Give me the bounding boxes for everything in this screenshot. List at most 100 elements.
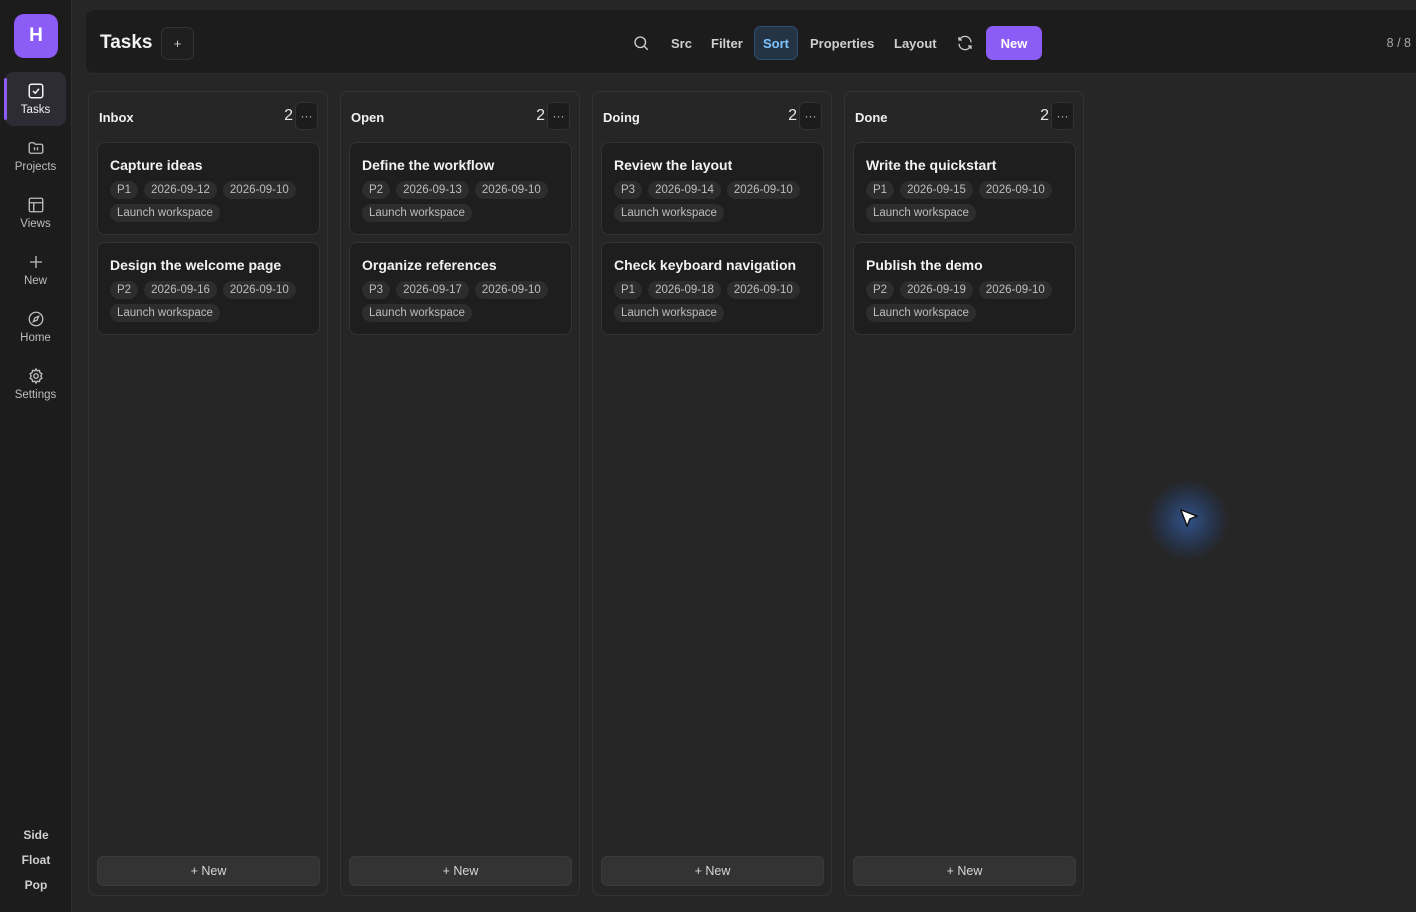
sidebar-item-projects[interactable]: Projects <box>5 129 66 183</box>
sidebar-item-tasks[interactable]: Tasks <box>4 72 66 126</box>
due-date-chip: 2026-09-14 <box>648 181 721 199</box>
sidebar-item-settings[interactable]: Settings <box>5 357 66 411</box>
task-card[interactable]: Define the workflow P2 2026-09-13 2026-0… <box>349 142 572 235</box>
column-count: 2 <box>536 107 545 124</box>
card-title: Capture ideas <box>110 157 203 173</box>
gear-icon <box>28 367 43 385</box>
column-menu-button[interactable]: ··· <box>1051 102 1074 130</box>
board-column-open: Open 2 ··· Define the workflow P2 2026-0… <box>340 91 580 896</box>
card-meta: P2 2026-09-19 2026-09-10 <box>866 281 1052 299</box>
card-title: Check keyboard navigation <box>614 257 797 273</box>
due-date-chip: 2026-09-13 <box>396 181 469 199</box>
search-button[interactable] <box>626 26 656 60</box>
sidebar-item-label: Projects <box>14 161 57 173</box>
created-date-chip: 2026-09-10 <box>726 281 800 299</box>
item-counter: 8 / 8 <box>1386 36 1411 50</box>
column-title: Inbox <box>99 110 134 125</box>
card-meta: P1 2026-09-18 2026-09-10 <box>614 281 800 299</box>
refresh-button[interactable] <box>950 26 980 60</box>
layout-button[interactable]: Layout <box>886 26 945 60</box>
column-menu-button[interactable]: ··· <box>547 102 570 130</box>
task-card[interactable]: Review the layout P3 2026-09-14 2026-09-… <box>601 142 824 235</box>
column-add-card-button[interactable]: + New <box>601 856 824 886</box>
project-chip: Launch workspace <box>110 204 220 222</box>
compass-icon <box>28 311 43 327</box>
card-title: Review the layout <box>614 157 733 173</box>
column-count: 2 <box>788 107 797 124</box>
board-column-done: Done 2 ··· Write the quickstart P1 2026-… <box>844 91 1084 896</box>
folder-icon <box>28 142 43 154</box>
src-button[interactable]: Src <box>663 26 700 60</box>
task-card[interactable]: Publish the demo P2 2026-09-19 2026-09-1… <box>853 242 1076 335</box>
due-date-chip: 2026-09-12 <box>144 181 217 199</box>
column-count: 2 <box>284 107 293 124</box>
mode-float-link[interactable]: Float <box>0 853 72 867</box>
priority-chip: P3 <box>614 181 643 199</box>
sidebar-item-label: New <box>23 275 47 287</box>
page-title: Tasks <box>100 32 153 53</box>
task-card[interactable]: Capture ideas P1 2026-09-12 2026-09-10 L… <box>97 142 320 235</box>
sidebar-item-label: Tasks <box>20 104 51 116</box>
priority-chip: P3 <box>362 281 391 299</box>
card-meta: P1 2026-09-15 2026-09-10 <box>866 181 1052 199</box>
sidebar-item-home[interactable]: Home <box>5 300 66 354</box>
column-title: Open <box>351 110 385 125</box>
column-title: Done <box>855 110 888 125</box>
due-date-chip: 2026-09-17 <box>396 281 469 299</box>
project-chip: Launch workspace <box>866 304 976 322</box>
task-card[interactable]: Check keyboard navigation P1 2026-09-18 … <box>601 242 824 335</box>
search-icon <box>634 36 649 51</box>
created-date-chip: 2026-09-10 <box>726 181 800 199</box>
card-meta: P1 2026-09-12 2026-09-10 <box>110 181 296 199</box>
card-title: Design the welcome page <box>110 257 282 273</box>
created-date-chip: 2026-09-10 <box>978 281 1052 299</box>
column-title: Doing <box>603 110 640 125</box>
column-add-card-button[interactable]: + New <box>349 856 572 886</box>
mode-side-link[interactable]: Side <box>0 828 72 842</box>
properties-button[interactable]: Properties <box>802 26 882 60</box>
app-logo[interactable]: H <box>14 14 58 58</box>
priority-chip: P2 <box>866 281 895 299</box>
sidebar-item-views[interactable]: Views <box>5 186 66 240</box>
created-date-chip: 2026-09-10 <box>474 281 548 299</box>
card-meta: P2 2026-09-13 2026-09-10 <box>362 181 548 199</box>
refresh-icon <box>958 35 972 51</box>
column-add-card-button[interactable]: + New <box>97 856 320 886</box>
new-task-button[interactable]: New <box>986 26 1042 60</box>
add-view-button[interactable]: + <box>161 27 194 60</box>
project-chip: Launch workspace <box>110 304 220 322</box>
header: Tasks + Src Filter Sort Properties Layou… <box>86 10 1416 74</box>
priority-chip: P1 <box>110 181 139 199</box>
card-title: Define the workflow <box>362 157 495 173</box>
created-date-chip: 2026-09-10 <box>222 281 296 299</box>
card-meta: P2 2026-09-16 2026-09-10 <box>110 281 296 299</box>
plus-icon <box>29 256 42 268</box>
priority-chip: P1 <box>866 181 895 199</box>
column-menu-button[interactable]: ··· <box>295 102 318 130</box>
sidebar-item-label: Settings <box>14 389 57 401</box>
card-title: Write the quickstart <box>866 157 997 173</box>
column-menu-button[interactable]: ··· <box>799 102 822 130</box>
sort-button[interactable]: Sort <box>754 26 798 60</box>
project-chip: Launch workspace <box>866 204 976 222</box>
filter-button[interactable]: Filter <box>703 26 751 60</box>
check-square-icon <box>28 83 43 99</box>
due-date-chip: 2026-09-15 <box>900 181 973 199</box>
project-chip: Launch workspace <box>362 204 472 222</box>
task-card[interactable]: Organize references P3 2026-09-17 2026-0… <box>349 242 572 335</box>
card-meta: P3 2026-09-17 2026-09-10 <box>362 281 548 299</box>
layout-icon <box>28 197 43 213</box>
mode-pop-link[interactable]: Pop <box>0 878 72 892</box>
priority-chip: P2 <box>362 181 391 199</box>
card-title: Publish the demo <box>866 257 983 273</box>
sidebar-item-new[interactable]: New <box>5 243 66 297</box>
task-card[interactable]: Design the welcome page P2 2026-09-16 20… <box>97 242 320 335</box>
sidebar-item-label: Home <box>20 332 51 344</box>
sidebar-item-label: Views <box>20 218 51 230</box>
board-column-doing: Doing 2 ··· Review the layout P3 2026-09… <box>592 91 832 896</box>
project-chip: Launch workspace <box>614 204 724 222</box>
column-add-card-button[interactable]: + New <box>853 856 1076 886</box>
due-date-chip: 2026-09-19 <box>900 281 973 299</box>
task-card[interactable]: Write the quickstart P1 2026-09-15 2026-… <box>853 142 1076 235</box>
card-title: Organize references <box>362 257 497 273</box>
